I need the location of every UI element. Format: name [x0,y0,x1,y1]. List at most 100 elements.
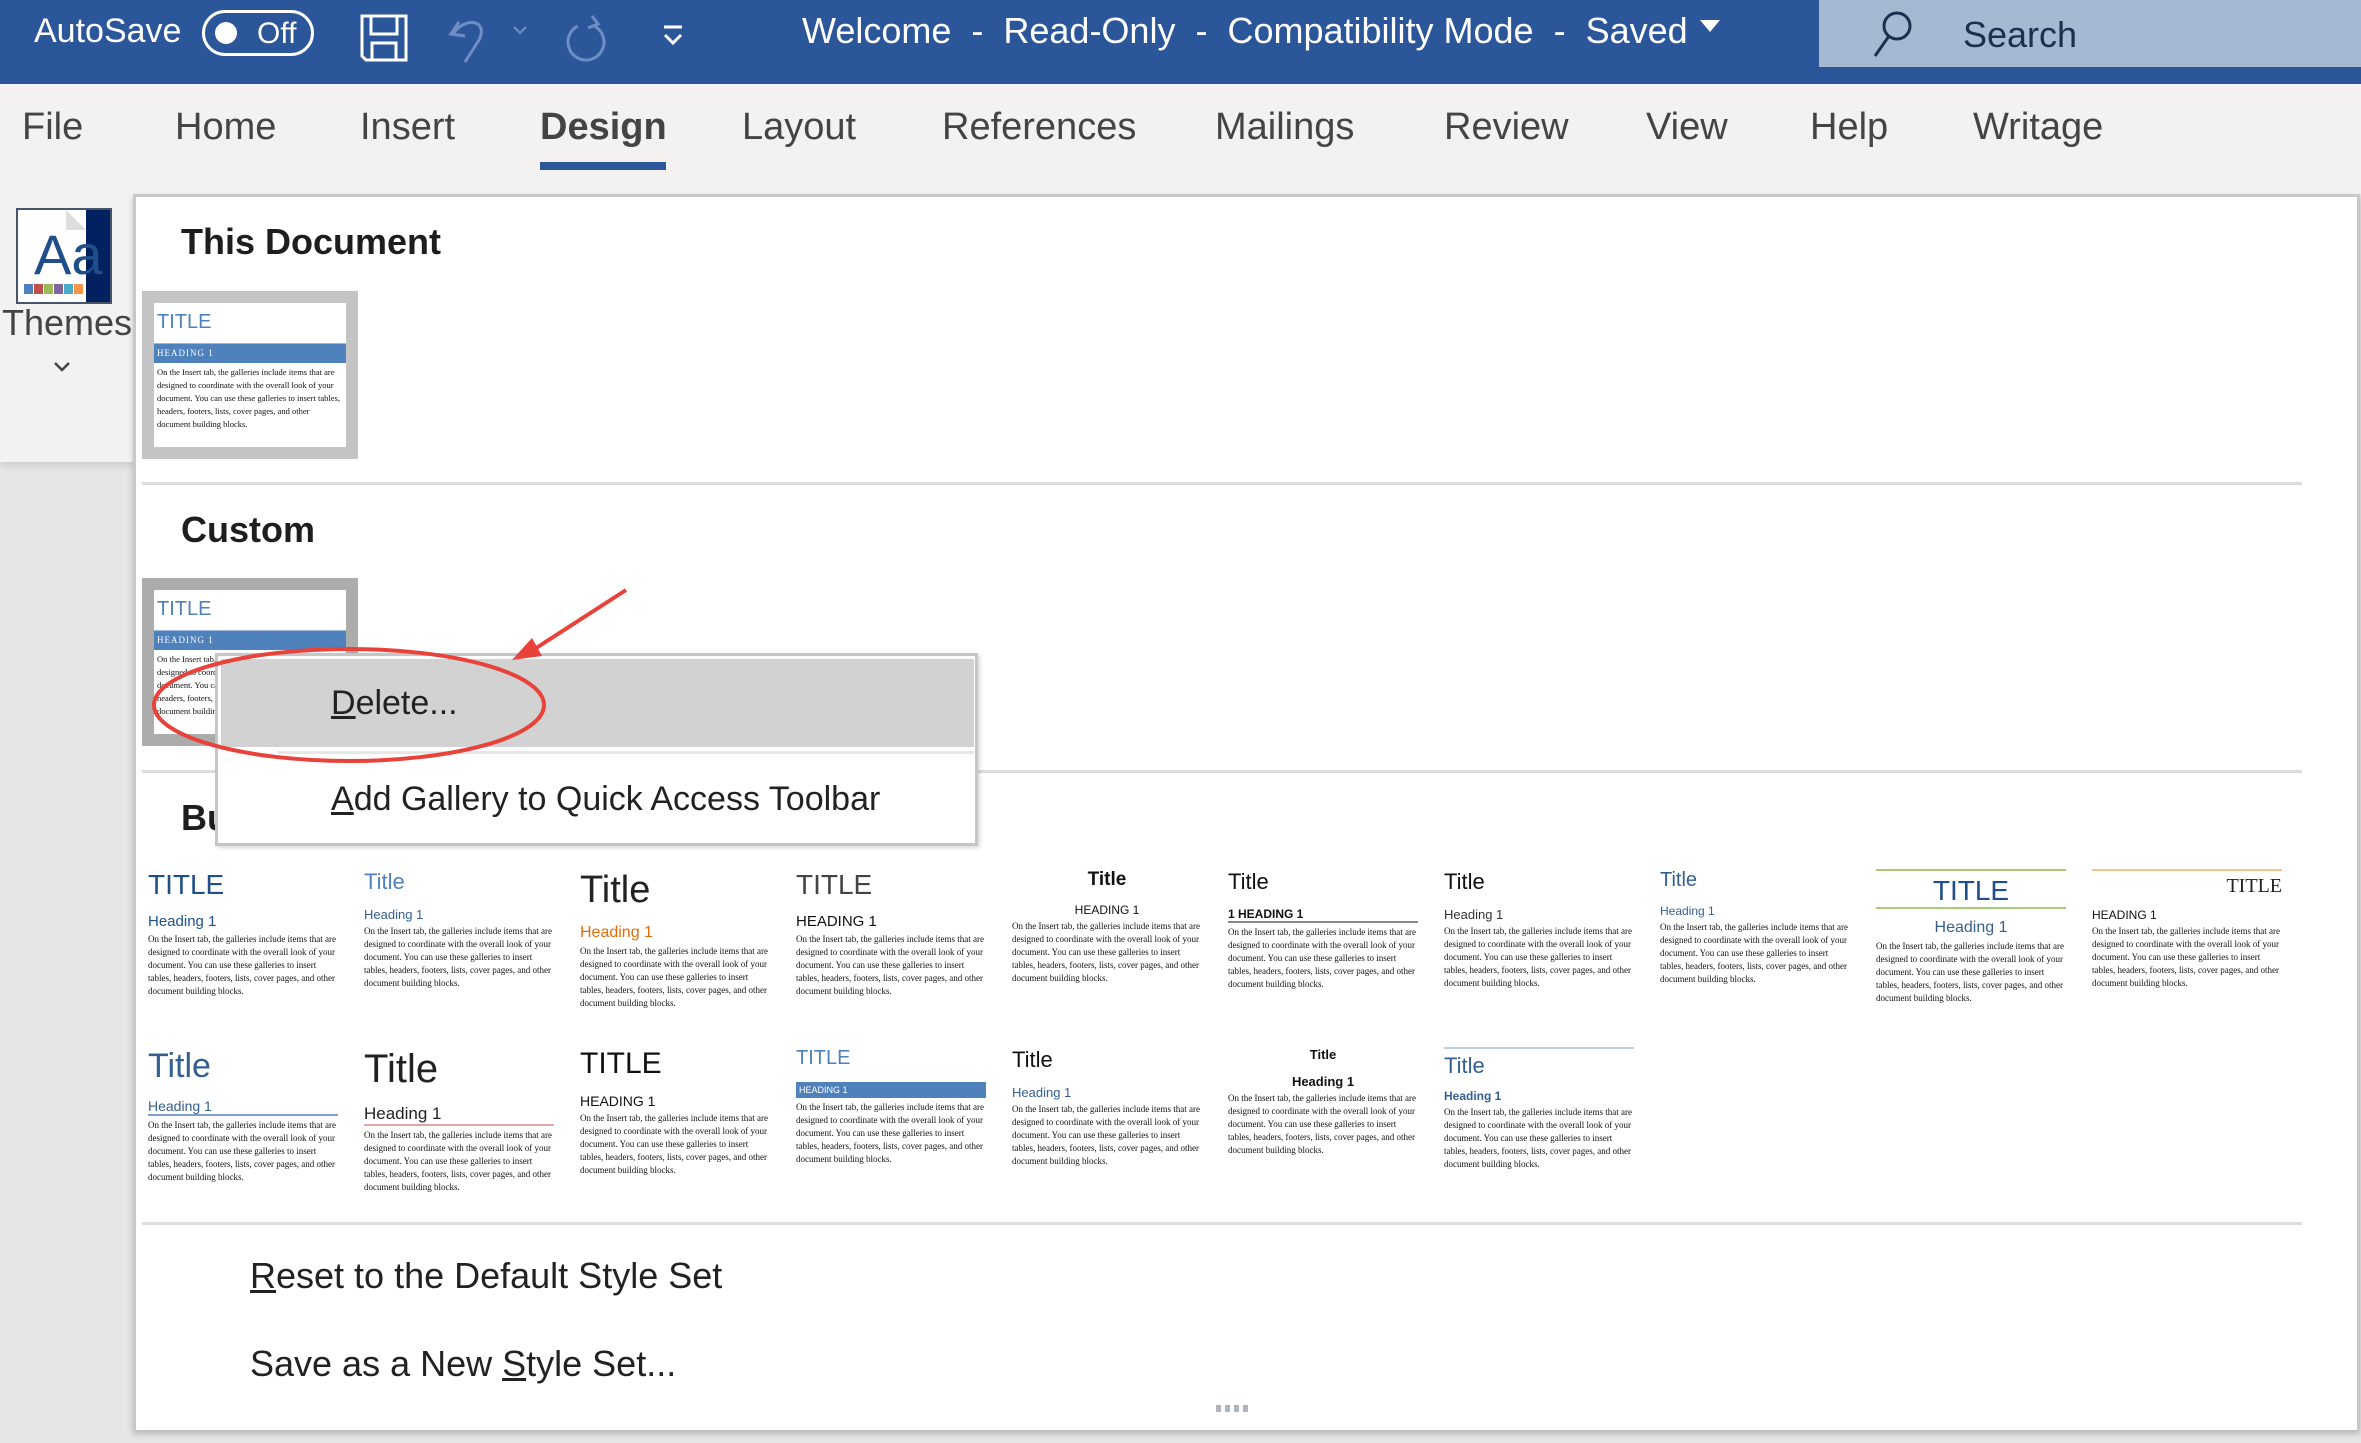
style-set-row1-8[interactable]: Title Heading 1 On the Insert tab, the gal… [1660,869,1850,1019]
tab-insert[interactable]: Insert [360,106,455,149]
menu-item-add-gallery-to-qat[interactable]: Add Gallery to Quick Access Toolbar [221,755,974,843]
tab-help[interactable]: Help [1810,106,1888,149]
style-heading-sample: Heading 1 [1444,1089,1502,1103]
style-heading-sample: HEADING 1 [796,1082,986,1098]
section-divider [142,482,2302,485]
toggle-knob [215,22,237,44]
command-label: Save as a New [250,1343,503,1384]
style-body-sample: On the Insert tab, the galleries include… [796,934,984,996]
menu-separator [278,751,974,754]
resize-grip[interactable] [1216,1405,1248,1412]
tab-design[interactable]: Design [540,106,667,149]
style-body-sample: On the Insert tab, the galleries include… [364,1130,552,1192]
style-title-sample: Title [1012,1047,1053,1072]
customize-qat-icon[interactable] [658,22,688,52]
title-bar: AutoSave Off Welcome - Read-Only - Compa… [0,0,2361,84]
style-body-sample: On the Insert tab, the galleries include… [1660,922,1848,984]
style-heading-sample: HEADING 1 [796,913,877,930]
style-heading-sample: Heading 1 [1291,1074,1355,1089]
style-set-row1-6[interactable]: Title 1 HEADING 1 On the Insert tab, the g… [1228,869,1418,1019]
tab-home[interactable]: Home [175,106,276,149]
style-set-row1-1[interactable]: TITLE Heading 1 On the Insert tab, the gal… [148,869,338,1019]
style-title-sample: Title [364,1047,439,1091]
style-set-row1-10[interactable]: TITLE HEADING 1 On the Insert tab, the gal… [2092,869,2282,1019]
style-set-row2-1[interactable]: Title Heading 1 On the Insert tab, the gal… [148,1047,338,1197]
style-body-sample: On the Insert tab, the galleries include… [148,934,336,996]
tab-writage[interactable]: Writage [1973,106,2103,149]
theme-swatch [34,284,43,294]
style-set-row1-7[interactable]: Title Heading 1 On the Insert tab, the gal… [1444,869,1634,1019]
style-title-sample: TITLE [148,869,225,900]
style-title-sample: TITLE [580,1047,662,1080]
themes-icon-glyph: Aa [34,223,103,286]
style-thumb-this-document[interactable]: TITLE HEADING 1 On the Insert tab, the g… [142,291,358,459]
style-body-sample: On the Insert tab, the galleries include… [580,946,768,1008]
tab-view[interactable]: View [1646,106,1728,149]
active-tab-indicator [540,162,666,170]
themes-button-label[interactable]: Themes [2,302,132,344]
search-placeholder: Search [1963,14,2078,55]
menu-item-label: elete... [355,684,458,722]
redo-icon[interactable] [558,10,614,66]
title-dropdown-icon[interactable] [1700,20,1720,32]
autosave-toggle[interactable]: Off [202,10,314,56]
style-set-row2-5[interactable]: Title Heading 1 On the Insert tab, the gal… [1012,1047,1202,1197]
theme-swatch [64,284,73,294]
undo-dropdown-icon[interactable] [512,24,528,36]
style-title-sample: Title [364,869,405,894]
theme-swatch [74,284,83,294]
style-body-sample: On the Insert tab, the galleries include… [148,1120,336,1182]
style-set-row2-2[interactable]: Title Heading 1 On the Insert tab, the gal… [364,1047,554,1197]
style-heading-sample: Heading 1 [1012,1085,1072,1100]
style-title-sample: Title [1660,869,1698,891]
context-menu: Delete... Add Gallery to Quick Access To… [215,653,978,846]
tab-layout[interactable]: Layout [742,106,856,149]
save-new-style-set-command[interactable]: Save as a New Style Set... [250,1343,676,1385]
section-divider [142,1222,2302,1225]
command-label: tyle Set... [526,1343,677,1384]
style-set-row2-7[interactable]: Title Heading 1 On the Insert tab, the gal… [1444,1047,1634,1197]
tab-file[interactable]: File [22,106,83,149]
menu-item-delete[interactable]: Delete... [221,659,974,747]
style-title-sample: TITLE [2226,875,2282,897]
style-set-row1-3[interactable]: Title Heading 1 On the Insert tab, the gal… [580,869,770,1019]
title-rule [1444,1047,1634,1049]
style-set-row1-9[interactable]: TITLE Heading 1 On the Insert tab, the gal… [1876,869,2066,1019]
ribbon-group-themes: Aa Themes [0,194,136,462]
chevron-down-icon[interactable] [52,360,72,374]
style-heading-sample: Heading 1 [1444,907,1504,922]
ribbon-tabs: File Home Insert Design Layout Reference… [0,84,2361,194]
style-set-row1-5[interactable]: Title HEADING 1 On the Insert tab, the gal… [1012,869,1202,1019]
style-set-row2-3[interactable]: TITLE HEADING 1 On the Insert tab, the gal… [580,1047,770,1197]
style-set-row2-4[interactable]: TITLE HEADING 1 On the Insert tab, the gal… [796,1047,986,1197]
style-body-sample: On the Insert tab, the galleries include… [796,1102,984,1164]
tab-mailings[interactable]: Mailings [1215,106,1354,149]
reset-style-set-command[interactable]: Reset to the Default Style Set [250,1255,722,1297]
undo-icon[interactable] [445,12,505,64]
theme-swatch [44,284,53,294]
style-set-row1-2[interactable]: Title Heading 1 On the Insert tab, the gal… [364,869,554,1019]
themes-icon[interactable]: Aa [16,208,112,304]
style-title-sample: Title [1228,869,1269,894]
style-heading-sample: 1 HEADING 1 [1228,907,1418,923]
accel-key: R [250,1255,276,1296]
style-set-row2-6[interactable]: Title Heading 1 On the Insert tab, the gal… [1228,1047,1418,1197]
accel-key: A [331,780,354,818]
style-body-sample: On the Insert tab, the galleries include… [364,926,552,988]
style-title-sample: Title [1444,1053,1485,1078]
accel-key: S [502,1343,527,1384]
style-title-sample: TITLE [1876,875,2066,909]
tab-review[interactable]: Review [1444,106,1569,149]
tab-references[interactable]: References [942,106,1136,149]
search-input[interactable]: Search [1819,0,2361,67]
style-body-sample: On the Insert tab, the galleries include… [580,1113,768,1175]
style-set-row1-4[interactable]: TITLE HEADING 1 On the Insert tab, the gal… [796,869,986,1019]
title-rule [1876,869,2066,871]
style-title-sample: Title [1087,869,1127,890]
save-icon[interactable] [358,12,410,64]
style-body-sample: On the Insert tab, the galleries include… [1444,1107,1632,1169]
autosave-state: Off [257,17,297,50]
thumb-heading: HEADING 1 [154,343,346,363]
style-body-sample: On the Insert tab, the galleries include… [1012,921,1200,983]
style-title-sample: Title [1309,1047,1337,1062]
